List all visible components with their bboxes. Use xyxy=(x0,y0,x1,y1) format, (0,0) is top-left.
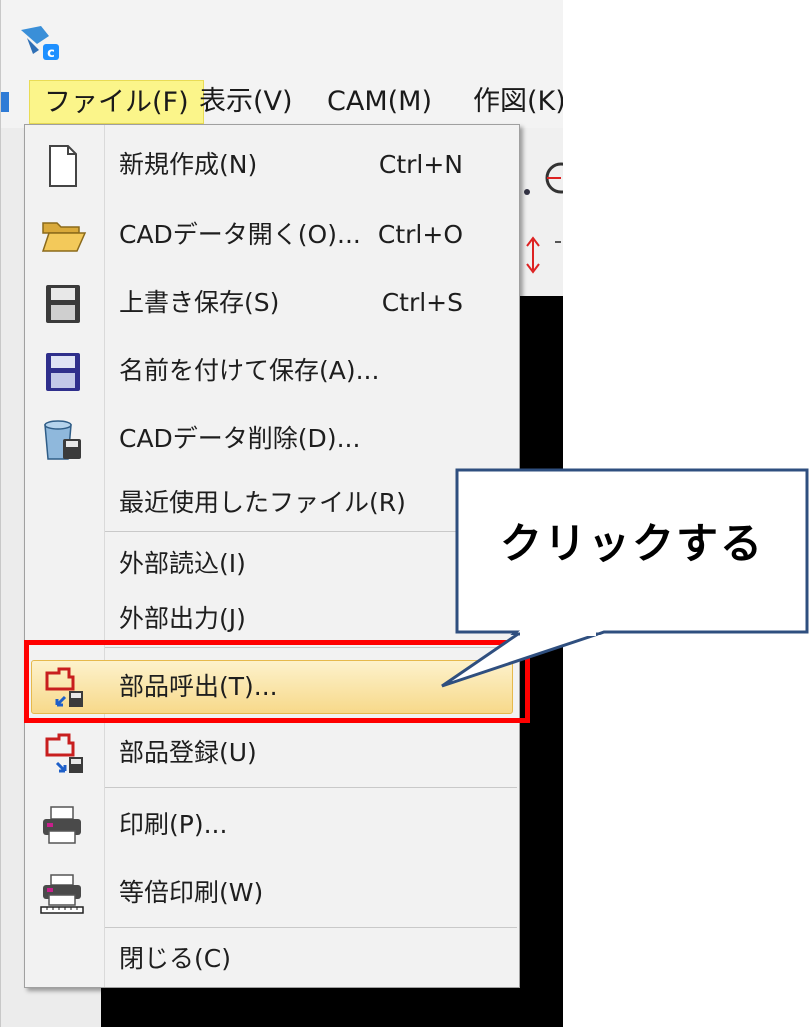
menu-item-label: 上書き保存(S) xyxy=(119,288,280,317)
menu-separator xyxy=(105,787,517,788)
menu-item-label: 最近使用したファイル(R) xyxy=(119,488,406,517)
menu-item-save[interactable]: 上書き保存(S) Ctrl+S xyxy=(25,273,519,333)
menu-draw[interactable]: 作図(K) xyxy=(473,80,563,124)
toolbar-circle-icon[interactable] xyxy=(521,148,563,208)
callout-text: クリックする xyxy=(499,519,764,568)
file-dropdown-menu: 新規作成(N) Ctrl+N CADデータ開く(O)... Ctrl+O 上書き… xyxy=(24,124,520,988)
callout-pointer xyxy=(441,630,599,688)
svg-text:c: c xyxy=(47,46,55,61)
menu-item-open[interactable]: CADデータ開く(O)... Ctrl+O xyxy=(25,205,519,265)
menu-bar: ファイル(F) 表示(V) CAM(M) 作図(K) xyxy=(1,76,563,128)
menu-item-new[interactable]: 新規作成(N) Ctrl+N xyxy=(25,135,519,195)
actual-size-print-icon xyxy=(40,874,84,914)
menu-item-label: 新規作成(N) xyxy=(119,150,258,179)
menu-separator xyxy=(105,927,517,928)
menu-item-delete[interactable]: CADデータ削除(D)... xyxy=(25,409,519,469)
menu-item-label: 等倍印刷(W) xyxy=(119,878,264,907)
menu-item-part-register[interactable]: 部品登録(U) xyxy=(25,723,519,783)
delete-data-icon xyxy=(44,420,81,460)
toolbar-strip xyxy=(521,128,563,296)
menu-item-import[interactable]: 外部読込(I) xyxy=(25,534,519,594)
new-document-icon xyxy=(49,145,77,187)
shortcut-label: Ctrl+O xyxy=(377,220,463,249)
menu-item-label: CADデータ開く(O)... xyxy=(119,220,361,249)
save-as-icon xyxy=(46,353,80,391)
open-folder-icon xyxy=(41,222,87,252)
menu-item-recent-files[interactable]: 最近使用したファイル(R) xyxy=(25,473,519,533)
menu-item-actual-size-print[interactable]: 等倍印刷(W) xyxy=(25,863,519,923)
menu-item-label: 部品登録(U) xyxy=(119,738,257,767)
menu-item-print[interactable]: 印刷(P)... xyxy=(25,795,519,855)
menu-item-label: 名前を付けて保存(A)... xyxy=(119,356,380,385)
menu-item-label: CADデータ削除(D)... xyxy=(119,424,361,453)
part-register-icon xyxy=(45,733,83,773)
dimension-icon[interactable] xyxy=(521,228,563,278)
menu-item-label: 閉じる(C) xyxy=(119,944,231,973)
menu-item-close[interactable]: 閉じる(C) xyxy=(25,929,519,989)
menu-item-label: 外部読込(I) xyxy=(119,549,246,578)
shortcut-label: Ctrl+S xyxy=(381,288,463,317)
menu-item-save-as[interactable]: 名前を付けて保存(A)... xyxy=(25,341,519,401)
title-bar: c xyxy=(1,0,563,76)
print-icon xyxy=(43,806,81,844)
save-icon xyxy=(46,285,80,323)
menu-item-label: 印刷(P)... xyxy=(119,810,228,839)
side-indicator xyxy=(1,92,9,112)
menu-file[interactable]: ファイル(F) xyxy=(29,80,204,124)
shortcut-label: Ctrl+N xyxy=(378,150,463,179)
menu-view[interactable]: 表示(V) xyxy=(199,80,293,124)
menu-cam[interactable]: CAM(M) xyxy=(327,80,432,124)
app-logo-icon: c xyxy=(21,26,59,61)
